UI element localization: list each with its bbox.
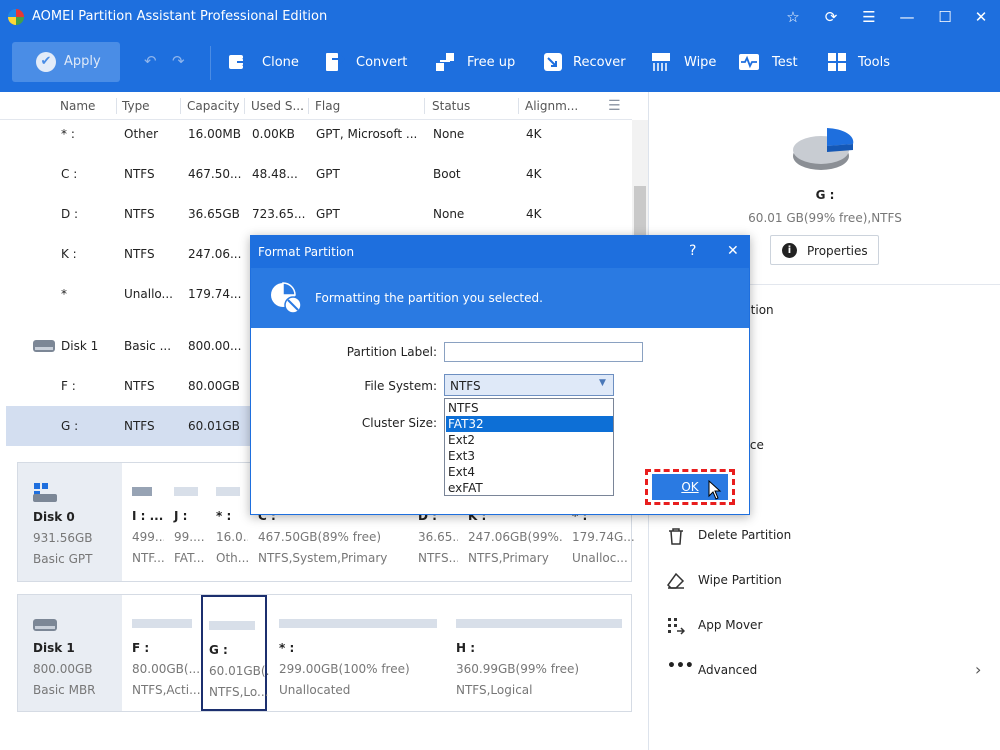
test-icon bbox=[739, 54, 759, 70]
option-ntfs[interactable]: NTFS bbox=[446, 400, 613, 416]
option-ext2[interactable]: Ext2 bbox=[446, 432, 613, 448]
properties-button[interactable]: i Properties bbox=[770, 235, 879, 265]
partition-block[interactable]: J :99.... FAT... bbox=[164, 463, 206, 581]
partition-block-selected[interactable]: G :60.01GB(... NTFS,Lo... bbox=[201, 595, 277, 711]
pie-partition-icon bbox=[793, 128, 854, 170]
col-type[interactable]: Type bbox=[122, 99, 150, 113]
partition-label-label: Partition Label: bbox=[346, 345, 437, 359]
delete-partition-action[interactable]: Delete Partition bbox=[649, 515, 1000, 555]
partition-block[interactable]: F :80.00GB(... NTFS,Acti... bbox=[122, 595, 201, 711]
tools-icon bbox=[828, 53, 846, 71]
menu-icon[interactable]: ☰ bbox=[858, 6, 880, 28]
col-capacity[interactable]: Capacity bbox=[187, 99, 239, 113]
star-icon[interactable]: ☆ bbox=[782, 6, 804, 28]
disk-gpt-icon bbox=[33, 483, 57, 502]
file-system-dropdown-list: NTFS FAT32 Ext2 Ext3 Ext4 exFAT bbox=[444, 398, 614, 496]
mouse-cursor-icon bbox=[708, 480, 722, 500]
selected-drive-info: 60.01 GB(99% free),NTFS bbox=[748, 211, 902, 225]
partition-block[interactable]: * :16.0... Oth... bbox=[206, 463, 254, 581]
eraser-icon bbox=[667, 572, 685, 589]
close-window-icon[interactable]: ✕ bbox=[970, 6, 992, 28]
disk-mbr-icon bbox=[33, 619, 57, 631]
col-flag[interactable]: Flag bbox=[315, 99, 340, 113]
free-up-icon bbox=[436, 53, 454, 71]
redo-icon[interactable]: ↷ bbox=[172, 52, 185, 70]
disk0-label[interactable]: Disk 0 931.56GB Basic GPT bbox=[18, 463, 122, 581]
app-mover-action[interactable]: App Mover bbox=[649, 605, 1000, 645]
apply-button[interactable]: ✔ Apply bbox=[12, 42, 120, 82]
partition-block[interactable]: H :360.99GB(99% free) NTFS,Logical bbox=[446, 595, 631, 711]
chevron-right-icon: › bbox=[975, 660, 982, 679]
check-icon: ✔ bbox=[36, 52, 56, 72]
file-system-label: File System: bbox=[364, 379, 437, 393]
option-ext4[interactable]: Ext4 bbox=[446, 464, 613, 480]
app-mover-icon bbox=[668, 618, 685, 635]
selected-drive-letter: G : bbox=[815, 188, 835, 202]
option-fat32[interactable]: FAT32 bbox=[446, 416, 613, 432]
col-used-space[interactable]: Used S... bbox=[251, 99, 304, 113]
dialog-title: Format Partition bbox=[258, 245, 355, 259]
format-disk-icon bbox=[271, 282, 302, 314]
minimize-icon[interactable]: — bbox=[896, 6, 918, 28]
table-row[interactable]: * : Other 16.00MB 0.00KB GPT, Microsoft … bbox=[6, 114, 632, 154]
partition-label-input[interactable] bbox=[444, 342, 643, 362]
table-row[interactable]: C : NTFS 467.50... 48.48... GPT Boot 4K bbox=[6, 154, 632, 194]
table-row[interactable]: D : NTFS 36.65GB 723.65... GPT None 4K bbox=[6, 194, 632, 234]
dialog-close-icon[interactable]: ✕ bbox=[727, 243, 739, 259]
clone-icon bbox=[229, 55, 249, 69]
column-settings-icon[interactable]: ☰ bbox=[608, 98, 621, 114]
col-status[interactable]: Status bbox=[432, 99, 470, 113]
trash-icon bbox=[669, 528, 683, 545]
dialog-title-bar: Format Partition ? ✕ bbox=[251, 236, 749, 268]
app-logo-icon bbox=[8, 9, 24, 25]
disk-icon bbox=[33, 340, 55, 352]
convert-icon bbox=[326, 53, 346, 71]
more-dots-icon: ••• bbox=[667, 658, 694, 674]
app-title: AOMEI Partition Assistant Professional E… bbox=[32, 9, 328, 24]
title-bar: AOMEI Partition Assistant Professional E… bbox=[0, 0, 1000, 34]
partition-block[interactable]: I : ... 499... NTF... bbox=[122, 463, 166, 581]
option-exfat[interactable]: exFAT bbox=[446, 480, 613, 496]
disk1-map: Disk 1 800.00GB Basic MBR F :80.00GB(...… bbox=[17, 594, 632, 712]
refresh-icon[interactable]: ⟳ bbox=[820, 6, 842, 28]
disk1-label[interactable]: Disk 1 800.00GB Basic MBR bbox=[18, 595, 122, 711]
help-icon[interactable]: ? bbox=[689, 243, 696, 259]
advanced-action[interactable]: ••• Advanced › bbox=[649, 650, 1000, 690]
dropdown-arrow-icon: ▼ bbox=[599, 378, 606, 388]
wipe-icon bbox=[652, 53, 670, 71]
option-ext3[interactable]: Ext3 bbox=[446, 448, 613, 464]
toolbar: ✔ Apply ↶ ↷ Clone Convert Free up Recove… bbox=[0, 34, 1000, 92]
partition-block[interactable]: * :299.00GB(100% free) Unallocated bbox=[269, 595, 445, 711]
toolbar-divider bbox=[210, 46, 211, 80]
dialog-subtitle: Formatting the partition you selected. bbox=[315, 291, 543, 305]
wipe-partition-action[interactable]: Wipe Partition bbox=[649, 560, 1000, 600]
file-system-select[interactable]: NTFS ▼ bbox=[444, 374, 614, 396]
cluster-size-label: Cluster Size: bbox=[361, 416, 437, 430]
undo-icon[interactable]: ↶ bbox=[144, 52, 157, 70]
recover-icon bbox=[544, 53, 562, 71]
dialog-header: Formatting the partition you selected. bbox=[251, 268, 749, 328]
col-alignment[interactable]: Alignm... bbox=[525, 99, 578, 113]
col-name[interactable]: Name bbox=[60, 99, 95, 113]
info-icon: i bbox=[782, 243, 797, 258]
maximize-icon[interactable]: ☐ bbox=[934, 6, 956, 28]
